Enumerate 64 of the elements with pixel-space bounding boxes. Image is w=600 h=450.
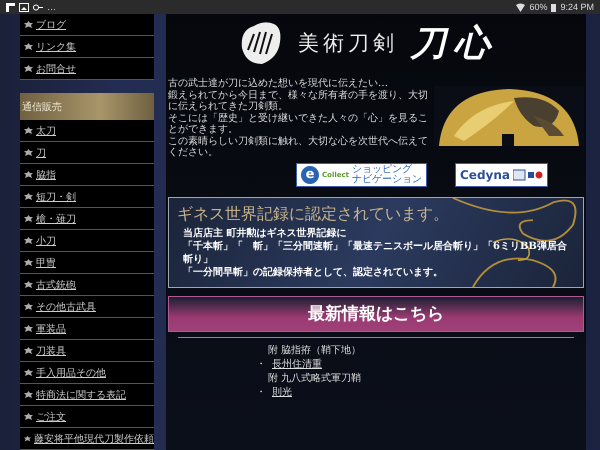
news-header[interactable]: 最新情報はこちら [168, 296, 584, 332]
shop-name: 刀心 [410, 20, 498, 66]
flower-icon [24, 20, 33, 28]
key-icon [33, 2, 43, 12]
flower-icon [24, 236, 33, 244]
wifi-icon [516, 2, 526, 12]
sidebar-link[interactable]: 槍・薙刀 [20, 208, 154, 230]
sidebar-link[interactable]: 甲冑 [20, 252, 154, 274]
flower-icon [24, 170, 33, 178]
sidebar-link[interactable]: 太刀 [20, 120, 154, 142]
flower-icon [24, 280, 33, 288]
sidebar-link[interactable]: 藤安将平他現代刀製作依頼 [20, 428, 154, 450]
sidebar-link[interactable]: 短刀・剣 [20, 186, 154, 208]
news-link[interactable]: 則光 [272, 384, 292, 398]
flower-icon [24, 390, 33, 398]
intro-text: 鍛えられてから今日まで、様々な所有者の手を渡り、大切に伝えられてきた刀剣類。 [168, 90, 429, 112]
sidebar-link[interactable]: その他古武具 [20, 296, 154, 318]
brand-text: 美術刀剣 [298, 30, 398, 57]
flower-icon [24, 412, 33, 420]
clock: 9:24 PM [560, 2, 594, 12]
flower-icon [24, 368, 33, 376]
sidebar-link[interactable]: 刀装具 [20, 340, 154, 362]
flower-icon [24, 42, 33, 50]
card-icon [513, 168, 543, 180]
intro-text: そこには「歴史」と受け継いできた人々の「心」を見ることができます。 [168, 112, 429, 136]
flower-icon [24, 324, 33, 332]
intro-text: この素晴らしい刀剣類に触れ、大切な心を次世代へ伝えてください。 [168, 136, 429, 158]
section-title: 通信販売 [20, 93, 154, 120]
more-indicator: … [47, 2, 56, 12]
bullet: ・ [256, 386, 266, 398]
sidebar-link[interactable]: ご注文 [20, 406, 154, 428]
flower-icon [24, 214, 33, 222]
payment-badge[interactable]: Cedyna [455, 162, 548, 186]
flower-icon [24, 148, 33, 156]
news-note: 附 九八式略式軍刀鞘 [267, 372, 362, 384]
sidebar-link[interactable]: リンク集 [20, 36, 154, 58]
sidebar-link[interactable]: 軍装品 [20, 318, 154, 340]
flower-icon [24, 192, 33, 200]
sidebar-link[interactable]: 脇指 [20, 164, 154, 186]
banner-text: 「一分間早斬」の記録保持者として、認定されています。 [183, 266, 444, 278]
news-title: 最新情報はこちら [308, 303, 444, 325]
flower-icon [24, 434, 31, 442]
battery-icon [551, 2, 556, 12]
sidebar-link[interactable]: 小刀 [20, 230, 154, 252]
battery-percent: 60% [529, 2, 548, 12]
flower-icon [24, 64, 33, 72]
sidebar-link[interactable]: 刀 [20, 142, 154, 164]
banner-title: ギネス世界記録に認定されています。 [177, 204, 450, 224]
flower-icon [24, 126, 33, 134]
sidebar-link[interactable]: 手入用品その他 [20, 362, 154, 384]
news-note: 附 脇指拵（鞘下地） [267, 344, 362, 356]
image-icon [19, 2, 29, 12]
sidebar-link[interactable]: お問合せ [20, 58, 154, 80]
sidebar-link[interactable]: 古式銃砲 [20, 274, 154, 296]
news-link[interactable]: 長州住清重 [272, 356, 322, 370]
sidebar-link[interactable]: 特商法に関する表記 [20, 384, 154, 406]
sidebar-link[interactable]: ブログ [20, 14, 154, 36]
flower-icon [24, 258, 33, 266]
banner-text: 当店店主 町井勲はギネス世界記録に [183, 226, 348, 240]
flower-icon [24, 302, 33, 310]
app-icon [6, 2, 15, 12]
intro-text: 古の武士達が刀に込めた想いを現代に伝えたい… [168, 78, 389, 90]
flower-icon [24, 346, 33, 354]
bullet: ・ [256, 358, 266, 370]
